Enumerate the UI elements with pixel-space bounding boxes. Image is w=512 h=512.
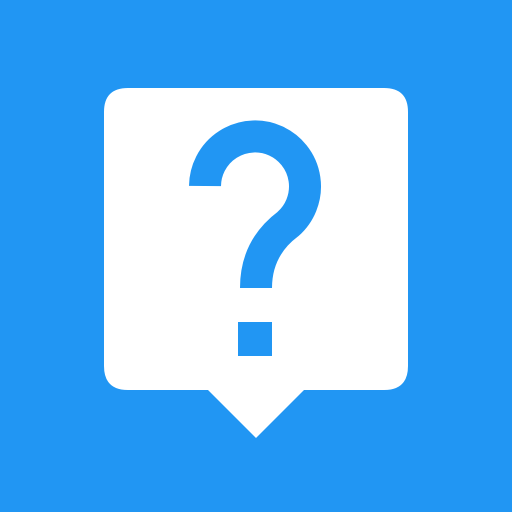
question-mark-dot	[238, 322, 272, 356]
help-speech-bubble-icon	[0, 0, 512, 512]
